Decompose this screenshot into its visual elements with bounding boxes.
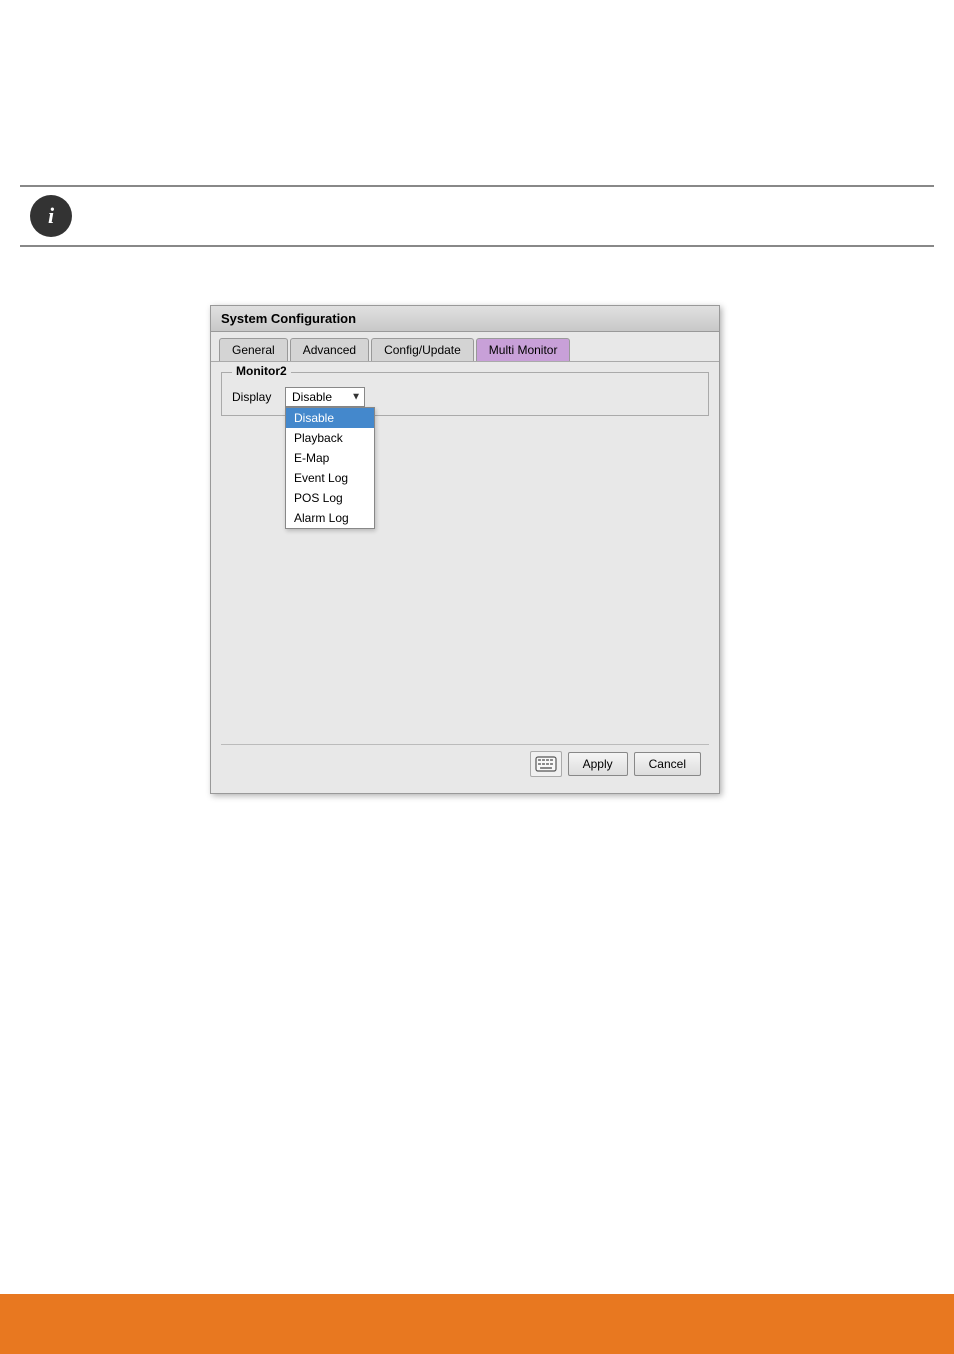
dropdown-list: Disable Playback E-Map Event Log POS Log bbox=[285, 407, 375, 529]
dropdown-item-eventlog[interactable]: Event Log bbox=[286, 468, 374, 488]
system-config-dialog: System Configuration General Advanced Co… bbox=[210, 305, 720, 794]
dropdown-item-alarmlog[interactable]: Alarm Log bbox=[286, 508, 374, 528]
keyboard-svg bbox=[535, 756, 557, 772]
tab-config-update[interactable]: Config/Update bbox=[371, 338, 474, 361]
dropdown-item-poslog[interactable]: POS Log bbox=[286, 488, 374, 508]
dialog-title: System Configuration bbox=[211, 306, 719, 332]
display-label: Display bbox=[232, 390, 277, 404]
button-row: Apply Cancel bbox=[221, 744, 709, 783]
info-icon: i bbox=[30, 195, 72, 237]
tab-bar: General Advanced Config/Update Multi Mon… bbox=[211, 332, 719, 361]
display-row: Display Disable ▼ Disable Playback bbox=[232, 387, 698, 407]
display-select-wrapper[interactable]: Disable ▼ Disable Playback E-Map bbox=[285, 387, 365, 407]
cancel-button[interactable]: Cancel bbox=[634, 752, 701, 776]
keyboard-icon[interactable] bbox=[530, 751, 562, 777]
footer-bar bbox=[0, 1294, 954, 1354]
info-banner: i bbox=[20, 185, 934, 247]
monitor2-group: Monitor2 Display Disable ▼ Disable Playb bbox=[221, 372, 709, 416]
tab-advanced[interactable]: Advanced bbox=[290, 338, 369, 361]
dropdown-item-disable[interactable]: Disable bbox=[286, 408, 374, 428]
group-label: Monitor2 bbox=[232, 364, 291, 378]
tab-multi-monitor[interactable]: Multi Monitor bbox=[476, 338, 571, 361]
apply-button[interactable]: Apply bbox=[568, 752, 628, 776]
dropdown-item-playback[interactable]: Playback bbox=[286, 428, 374, 448]
dialog-content: Monitor2 Display Disable ▼ Disable Playb bbox=[211, 361, 719, 793]
display-select[interactable]: Disable bbox=[285, 387, 365, 407]
dropdown-item-emap[interactable]: E-Map bbox=[286, 448, 374, 468]
tab-general[interactable]: General bbox=[219, 338, 288, 361]
